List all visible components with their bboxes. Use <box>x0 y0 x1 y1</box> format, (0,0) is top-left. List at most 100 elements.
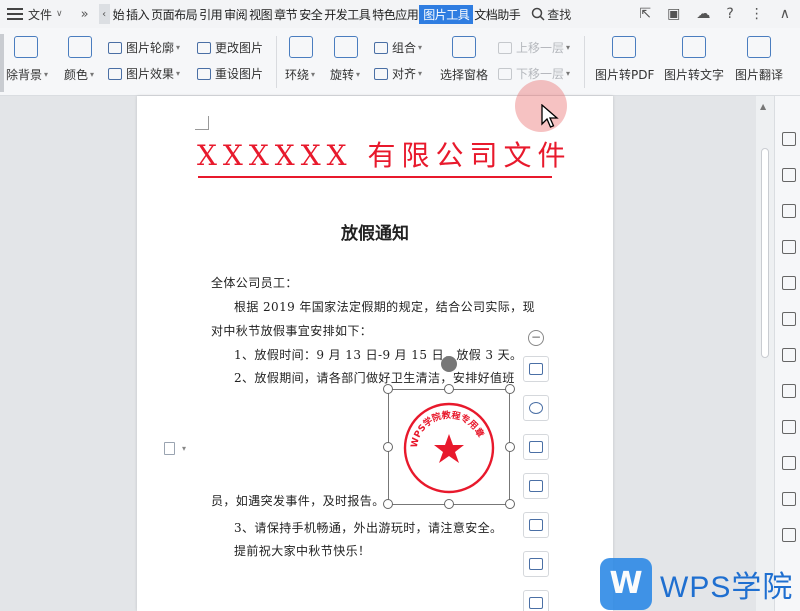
separator <box>584 36 585 88</box>
picture-effect-button[interactable]: 图片效果 ▾ <box>108 65 180 82</box>
align-icon <box>374 67 388 80</box>
tab-references[interactable]: 引用 <box>198 6 223 23</box>
resize-handle[interactable] <box>383 384 393 394</box>
rotate-handle[interactable] <box>441 356 457 372</box>
panel-icon[interactable] <box>782 528 796 542</box>
remove-background-button[interactable]: 除背景 ▾ <box>6 66 48 83</box>
document-icon[interactable] <box>164 442 175 455</box>
change-picture-button[interactable]: 更改图片 <box>197 39 263 56</box>
translate-float-button[interactable] <box>523 590 549 611</box>
more-icon[interactable]: » <box>81 7 89 22</box>
collapse-ribbon-icon[interactable]: ∧ <box>780 6 790 22</box>
sliders-icon[interactable] <box>782 348 796 362</box>
picture-outline-label: 图片轮廓 <box>126 41 175 55</box>
cursor-icon[interactable] <box>782 168 796 182</box>
tab-insert[interactable]: 插入 <box>125 6 150 23</box>
triangle-icon[interactable] <box>782 240 796 254</box>
ribbon-left-edge <box>0 34 4 92</box>
tab-security[interactable]: 安全 <box>298 6 323 23</box>
change-picture-icon <box>197 41 211 54</box>
wps-logo-icon: W <box>600 557 652 610</box>
tab-page-layout[interactable]: 页面布局 <box>150 6 198 23</box>
tab-review[interactable]: 审阅 <box>223 6 248 23</box>
file-menu[interactable]: 文件 <box>28 6 52 23</box>
group-label: 组合 <box>392 41 417 55</box>
comment-icon[interactable] <box>782 456 796 470</box>
send-backward-button[interactable]: 下移一层 ▾ <box>498 65 570 82</box>
wrap-label: 环绕 <box>285 68 310 82</box>
picture-to-pdf-icon <box>612 36 636 58</box>
tab-developer[interactable]: 开发工具 <box>323 6 371 23</box>
reset-picture-button[interactable]: 重设图片 <box>197 65 263 82</box>
picture-to-text-label: 图片转文字 <box>664 68 725 82</box>
notice-heading: 放假通知 <box>341 224 409 244</box>
selection-pane-label: 选择窗格 <box>440 68 489 82</box>
color-button[interactable]: 颜色 ▾ <box>64 66 94 83</box>
menu-icon[interactable] <box>7 8 23 20</box>
scrollbar-thumb[interactable] <box>761 148 769 358</box>
tab-view[interactable]: 视图 <box>248 6 273 23</box>
search-button[interactable]: 查找 <box>531 6 571 23</box>
zoom-preview-button[interactable] <box>523 395 549 421</box>
tab-doc-assistant[interactable]: 文档助手 <box>473 6 521 23</box>
resize-handle[interactable] <box>505 384 515 394</box>
paragraph-line: 根据 2019 年国家法定假期的规定，结合公司实际，现 <box>234 300 535 314</box>
remove-bg-float-button[interactable] <box>523 434 549 460</box>
resize-handle[interactable] <box>444 384 454 394</box>
resize-handle[interactable] <box>505 442 515 452</box>
selection-pane-button[interactable]: 选择窗格 <box>440 66 488 83</box>
resize-handle[interactable] <box>383 442 393 452</box>
shapes-icon[interactable] <box>782 204 796 218</box>
resize-handle[interactable] <box>383 499 393 509</box>
cloud-icon[interactable]: ☁ <box>696 6 710 22</box>
picture-outline-button[interactable]: 图片轮廓 ▾ <box>108 39 180 56</box>
mouse-cursor-icon <box>541 104 559 128</box>
vertical-scrollbar[interactable]: ▲ <box>756 96 774 611</box>
picture-translate-label: 图片翻译 <box>735 68 784 82</box>
picture-effect-label: 图片效果 <box>126 67 175 81</box>
picture-to-pdf-button[interactable]: 图片转PDF <box>595 66 654 83</box>
calendar-icon[interactable]: ▣ <box>667 6 680 22</box>
more-options-icon[interactable]: ⋮ <box>750 6 764 22</box>
layout-options-button[interactable] <box>523 356 549 382</box>
tab-start[interactable]: 始 <box>112 6 126 23</box>
align-button[interactable]: 对齐 ▾ <box>374 65 422 82</box>
layout-icon <box>529 363 543 375</box>
image-icon[interactable] <box>782 384 796 398</box>
bring-forward-button[interactable]: 上移一层 ▾ <box>498 39 570 56</box>
wrap-button[interactable]: 环绕 ▾ <box>285 66 315 83</box>
rotate-button[interactable]: 旋转 ▾ <box>330 66 360 83</box>
tab-chapter[interactable]: 章节 <box>273 6 298 23</box>
chevron-down-icon[interactable]: ▾ <box>182 444 186 453</box>
tab-scroll-left-button[interactable]: ‹ <box>98 4 110 24</box>
rotate-label: 旋转 <box>330 68 355 82</box>
picture-adjust-button[interactable] <box>523 512 549 538</box>
resize-handle[interactable] <box>505 499 515 509</box>
pen-icon[interactable] <box>782 132 796 146</box>
ribbon-tabs: 始 插入 页面布局 引用 审阅 视图 章节 安全 开发工具 特色应用 图片工具 … <box>112 0 522 28</box>
reset-picture-icon <box>197 67 211 80</box>
picture-icon <box>529 519 543 531</box>
export-icon[interactable] <box>782 420 796 434</box>
tab-picture-tools[interactable]: 图片工具 <box>419 4 474 24</box>
share-icon[interactable]: ⇱ <box>639 6 651 22</box>
search-icon <box>532 7 545 21</box>
chevron-down-icon[interactable]: ∨ <box>56 9 63 19</box>
picture-translate-button[interactable]: 图片翻译 <box>735 66 783 83</box>
grid-icon[interactable] <box>782 312 796 326</box>
picture-to-text-button[interactable]: 图片转文字 <box>664 66 724 83</box>
tab-features[interactable]: 特色应用 <box>371 6 419 23</box>
picture-to-text-float-button[interactable] <box>523 551 549 577</box>
crop-button[interactable] <box>523 473 549 499</box>
align-label: 对齐 <box>392 67 417 81</box>
resize-handle[interactable] <box>444 499 454 509</box>
paragraph-line: 3、请保持手机畅通，外出游玩时，请注意安全。 <box>234 521 503 535</box>
right-sidebar <box>774 96 800 611</box>
group-button[interactable]: 组合 ▾ <box>374 39 422 56</box>
remove-background-label: 除背景 <box>6 68 43 82</box>
box-icon[interactable] <box>782 492 796 506</box>
scroll-up-icon[interactable]: ▲ <box>760 102 766 111</box>
help-icon[interactable]: ? <box>726 6 733 22</box>
collapse-float-toolbar-button[interactable]: − <box>528 330 544 346</box>
table-icon[interactable] <box>782 276 796 290</box>
